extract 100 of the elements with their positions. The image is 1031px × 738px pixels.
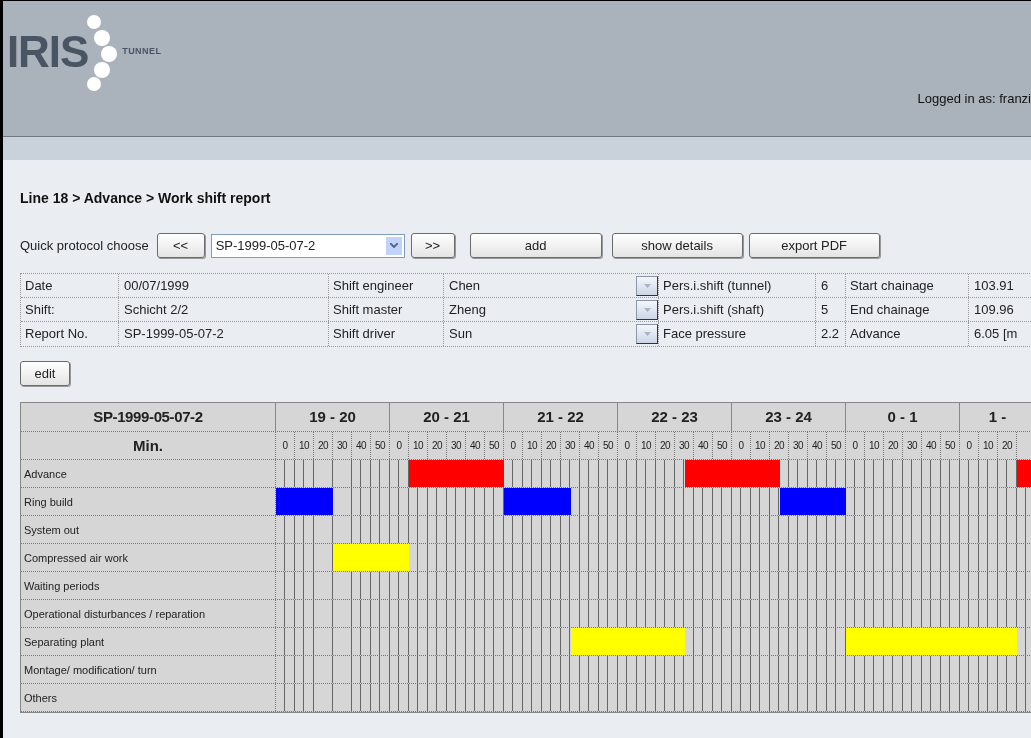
edit-button[interactable]: edit xyxy=(20,361,70,387)
minute-label: 20 xyxy=(431,439,443,454)
minute-label: 20 xyxy=(317,439,329,454)
minute-label: 10 xyxy=(640,439,652,454)
caret-icon xyxy=(643,307,651,312)
chevron-down-icon xyxy=(389,243,398,248)
field-value: Chen xyxy=(449,276,481,295)
field-value: 5 xyxy=(821,300,829,319)
field-value: Sun xyxy=(449,325,473,344)
dropdown-button[interactable] xyxy=(636,275,658,296)
field-value: 6.05 [m xyxy=(974,325,1018,344)
next-button[interactable]: >> xyxy=(410,233,455,258)
minute-label: 20 xyxy=(659,439,671,454)
field-label: Shift master xyxy=(333,300,403,319)
field-label: Pers.i.shift (shaft) xyxy=(663,300,765,319)
caret-icon xyxy=(643,332,651,336)
minute-label: 10 xyxy=(298,439,310,454)
field-label: Date xyxy=(25,276,53,295)
minute-label: 10 xyxy=(412,439,424,454)
minute-label: 40 xyxy=(697,439,709,454)
hour-header: 23 - 24 xyxy=(765,407,812,427)
minute-label: 30 xyxy=(792,439,804,454)
dropdown-button[interactable] xyxy=(636,324,658,344)
minute-label: 40 xyxy=(925,439,937,454)
logo-wordmark: IRIS xyxy=(7,30,89,74)
minute-label: 0 xyxy=(624,439,630,454)
activity-label: Operational disturbances / reparation xyxy=(24,606,205,622)
minute-label: 50 xyxy=(488,439,500,454)
action-button[interactable]: show details xyxy=(611,233,743,258)
minute-label: 20 xyxy=(887,439,899,454)
field-value: 6 xyxy=(821,276,829,295)
previous-button[interactable]: << xyxy=(156,233,205,258)
activity-label: Others xyxy=(24,690,57,706)
field-label: Shift driver xyxy=(333,325,396,344)
minute-label: 40 xyxy=(811,439,823,454)
caret-icon xyxy=(643,283,651,288)
field-value: SP-1999-05-07-2 xyxy=(124,325,224,344)
minute-label: 50 xyxy=(944,439,956,454)
activity-label: Compressed air work xyxy=(24,550,128,566)
field-value: 00/07/1999 xyxy=(124,276,190,295)
field-label: Shift: xyxy=(25,300,55,319)
hour-header: 21 - 22 xyxy=(537,407,584,427)
field-label: Pers.i.shift (tunnel) xyxy=(663,276,772,295)
minute-label: 40 xyxy=(583,439,595,454)
minute-label: 10 xyxy=(868,439,880,454)
hour-header: 19 - 20 xyxy=(309,407,356,427)
field-label: End chainage xyxy=(850,300,930,319)
quick-choose-label: Quick protocol choose xyxy=(20,236,149,255)
protocol-select[interactable]: SP-1999-05-07-2 xyxy=(210,233,405,258)
logged-in-label: Logged in as: franzi xyxy=(917,89,1031,108)
logo-subtitle: TUNNEL xyxy=(122,45,162,59)
minute-label: 0 xyxy=(396,439,402,454)
activity-label: System out xyxy=(24,522,80,538)
field-value: 103.91 xyxy=(974,276,1014,295)
minute-label: 40 xyxy=(355,439,367,454)
field-value: 109.96 xyxy=(974,300,1014,319)
minute-label: 20 xyxy=(545,439,557,454)
hour-header: 20 - 21 xyxy=(423,407,470,427)
field-value: 2.2 xyxy=(821,325,840,344)
hour-header: 1 - xyxy=(988,407,1007,427)
minute-label: 10 xyxy=(526,439,538,454)
field-label: Report No. xyxy=(25,325,88,344)
hour-header: 0 - 1 xyxy=(887,407,918,427)
minute-label: 50 xyxy=(374,439,386,454)
minutes-header: Min. xyxy=(133,435,163,456)
minute-label: 0 xyxy=(282,439,288,454)
minute-label: 20 xyxy=(773,439,785,454)
field-label: Advance xyxy=(850,325,901,344)
minute-label: 30 xyxy=(906,439,918,454)
minute-label: 0 xyxy=(966,439,972,454)
field-label: Start chainage xyxy=(850,276,934,295)
field-value: Schicht 2/2 xyxy=(124,300,189,319)
breadcrumb: Line 18 > Advance > Work shift report xyxy=(20,190,271,206)
activity-label: Ring build xyxy=(24,494,73,510)
field-value: Zheng xyxy=(449,300,486,319)
minute-label: 10 xyxy=(754,439,766,454)
field-label: Face pressure xyxy=(663,325,747,344)
action-button[interactable]: add xyxy=(469,233,602,258)
schedule-title: SP-1999-05-07-2 xyxy=(93,407,203,427)
activity-label: Waiting periods xyxy=(24,578,100,594)
minute-label: 50 xyxy=(716,439,728,454)
minute-label: 50 xyxy=(830,439,842,454)
minute-label: 30 xyxy=(678,439,690,454)
activity-label: Advance xyxy=(24,466,67,482)
minute-label: 30 xyxy=(564,439,576,454)
minute-label: 50 xyxy=(602,439,614,454)
hour-header: 22 - 23 xyxy=(651,407,698,427)
activity-label: Separating plant xyxy=(24,634,105,650)
minute-label: 30 xyxy=(450,439,462,454)
minute-label: 0 xyxy=(852,439,858,454)
action-button[interactable]: export PDF xyxy=(748,233,880,258)
field-label: Shift engineer xyxy=(333,276,414,295)
minute-label: 0 xyxy=(738,439,744,454)
activity-label: Montage/ modification/ turn xyxy=(24,662,157,678)
minute-label: 40 xyxy=(469,439,481,454)
dropdown-button[interactable] xyxy=(636,299,658,320)
minute-label: 10 xyxy=(982,439,994,454)
minute-label: 20 xyxy=(1001,439,1013,454)
minute-label: 0 xyxy=(510,439,516,454)
minute-label: 30 xyxy=(336,439,348,454)
